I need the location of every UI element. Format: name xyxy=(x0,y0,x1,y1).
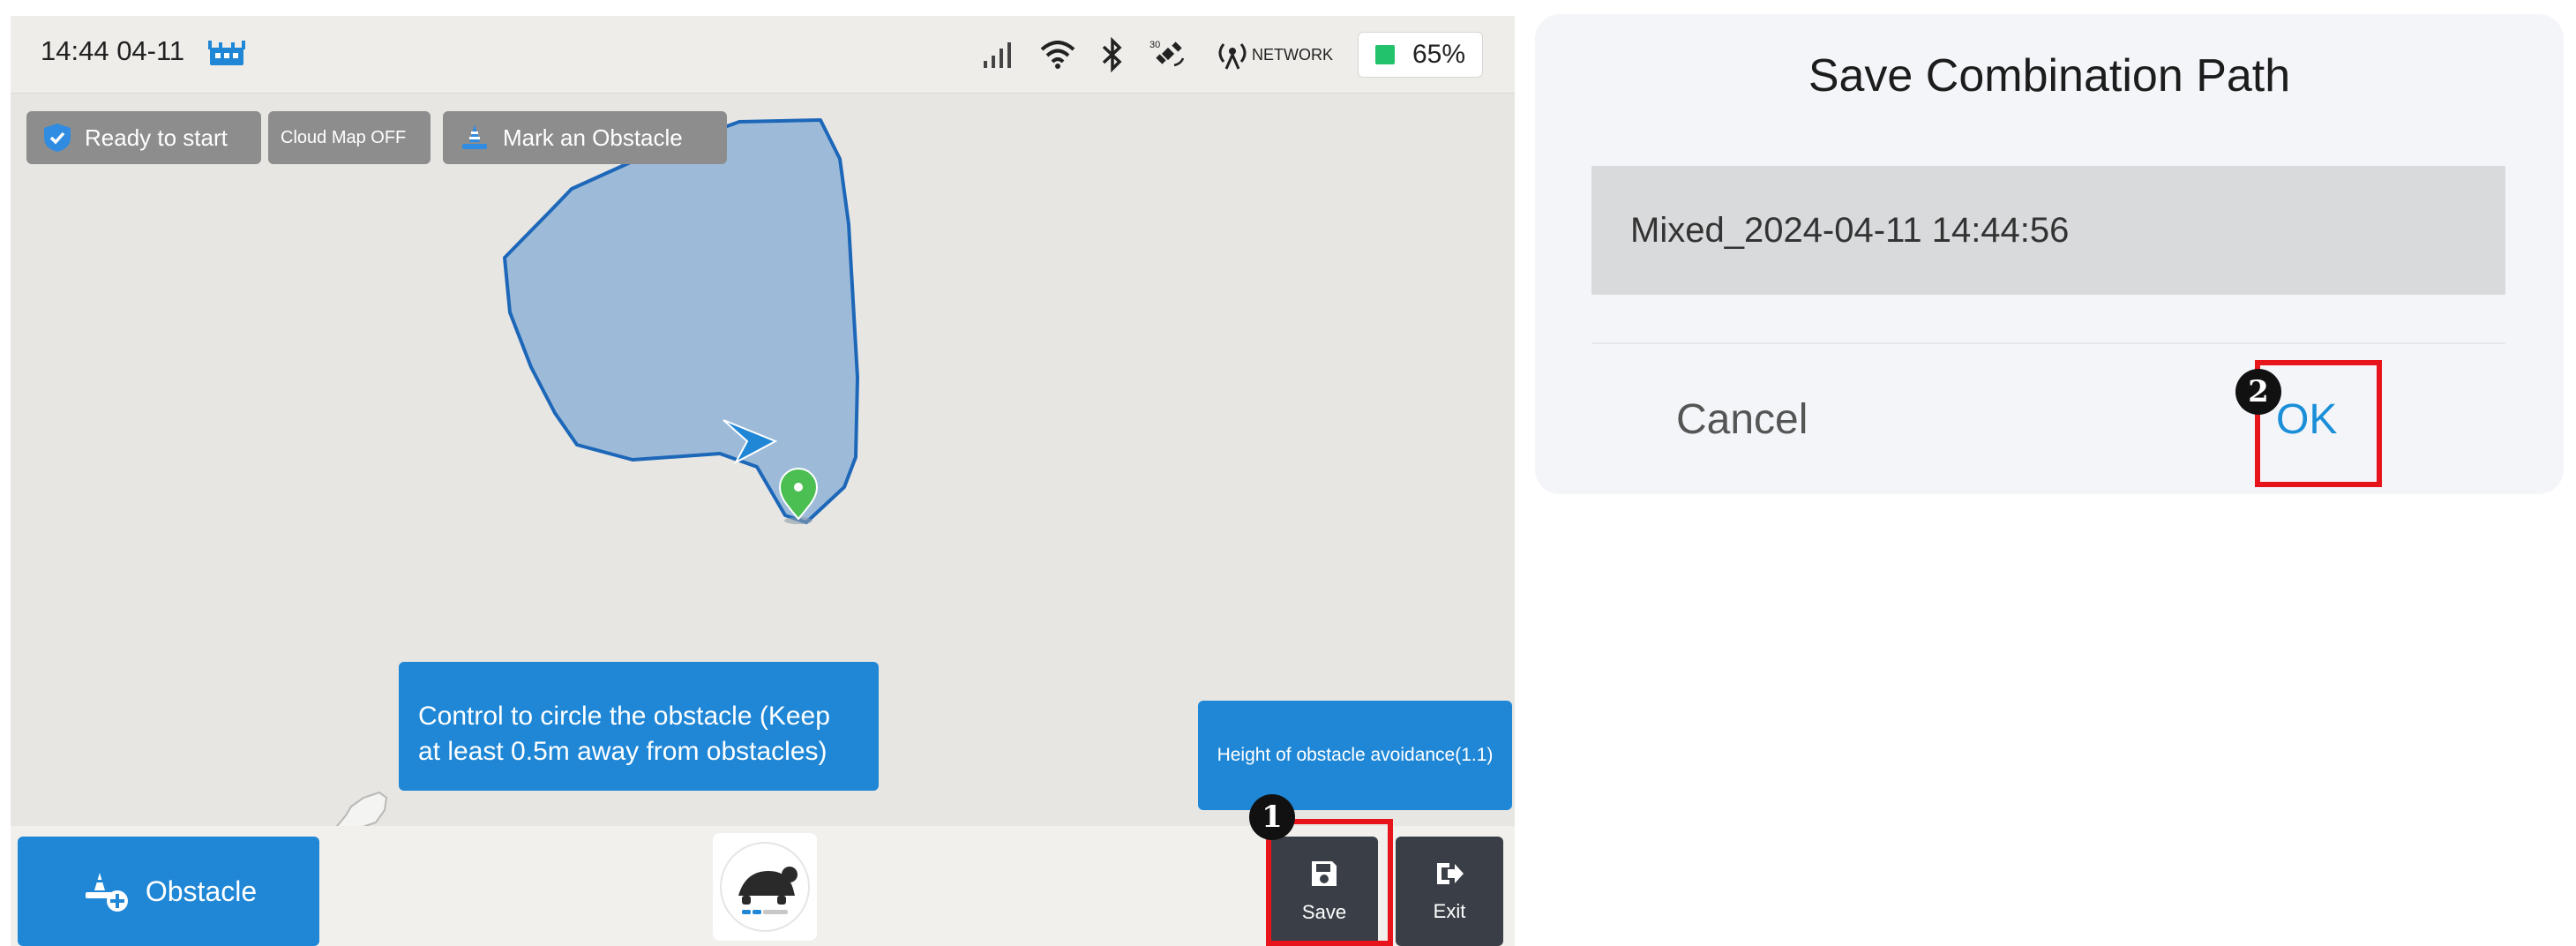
obstacle-polygon xyxy=(503,118,859,524)
screenshot-stage: 14:44 04-11 30 NETWORK 65% Ready to star… xyxy=(0,0,2576,946)
cloud-map-label: Cloud Map OFF xyxy=(281,127,407,147)
status-bar: 14:44 04-11 30 NETWORK 65% xyxy=(11,16,1515,94)
turtle-icon xyxy=(720,842,810,932)
cloud-map-toggle[interactable]: Cloud Map OFF xyxy=(268,111,431,164)
battery-indicator: 65% xyxy=(1358,32,1483,78)
wifi-icon xyxy=(1040,41,1075,69)
mark-obstacle-label: Mark an Obstacle xyxy=(503,124,683,151)
satellite-count: 30 xyxy=(1149,40,1160,50)
instruction-text: Control to circle the obstacle (Keep at … xyxy=(418,702,830,766)
bluetooth-icon xyxy=(1100,37,1125,72)
dialog-title: Save Combination Path xyxy=(1808,50,2291,101)
traffic-cone-icon xyxy=(462,124,487,149)
signal-icon xyxy=(982,40,1015,70)
battery-icon xyxy=(1374,45,1395,64)
obstacle-label: Obstacle xyxy=(145,875,258,907)
save-combination-path-dialog: Save Combination Path Cancel OK xyxy=(1535,14,2564,494)
satellite-icon: 30 xyxy=(1149,37,1190,72)
battery-percent: 65% xyxy=(1412,40,1466,69)
shield-check-icon xyxy=(44,124,71,152)
network-label: NETWORK xyxy=(1252,45,1333,64)
path-name-input[interactable] xyxy=(1591,166,2505,295)
drone-icon xyxy=(208,41,245,65)
annotation-step-1-badge: 1 xyxy=(1249,794,1295,840)
status-icons: 30 NETWORK 65% xyxy=(982,28,1483,81)
annotation-highlight-save xyxy=(1266,819,1393,946)
cancel-button[interactable]: Cancel xyxy=(1676,395,1808,444)
ready-status-label: Ready to start xyxy=(85,124,228,151)
clock-time: 14:44 04-11 xyxy=(41,35,185,66)
exit-button[interactable]: Exit xyxy=(1396,837,1503,946)
turtle-logo xyxy=(713,833,817,941)
exit-label: Exit xyxy=(1433,900,1466,922)
instruction-tooltip: Control to circle the obstacle (Keep at … xyxy=(399,662,879,791)
obstacle-avoidance-height-label: Height of obstacle avoidance(1.1) xyxy=(1217,745,1494,765)
annotation-step-2-badge: 2 xyxy=(2235,369,2281,415)
obstacle-avoidance-height-button[interactable]: Height of obstacle avoidance(1.1) xyxy=(1198,701,1512,810)
exit-icon xyxy=(1437,863,1464,884)
mark-obstacle-button[interactable]: Mark an Obstacle xyxy=(443,111,727,164)
add-obstacle-icon xyxy=(85,873,128,912)
obstacle-button[interactable]: Obstacle xyxy=(18,837,319,946)
dialog-divider xyxy=(1591,342,2505,344)
ready-status-chip: Ready to start xyxy=(26,111,261,164)
network-icon: NETWORK xyxy=(1215,39,1333,71)
